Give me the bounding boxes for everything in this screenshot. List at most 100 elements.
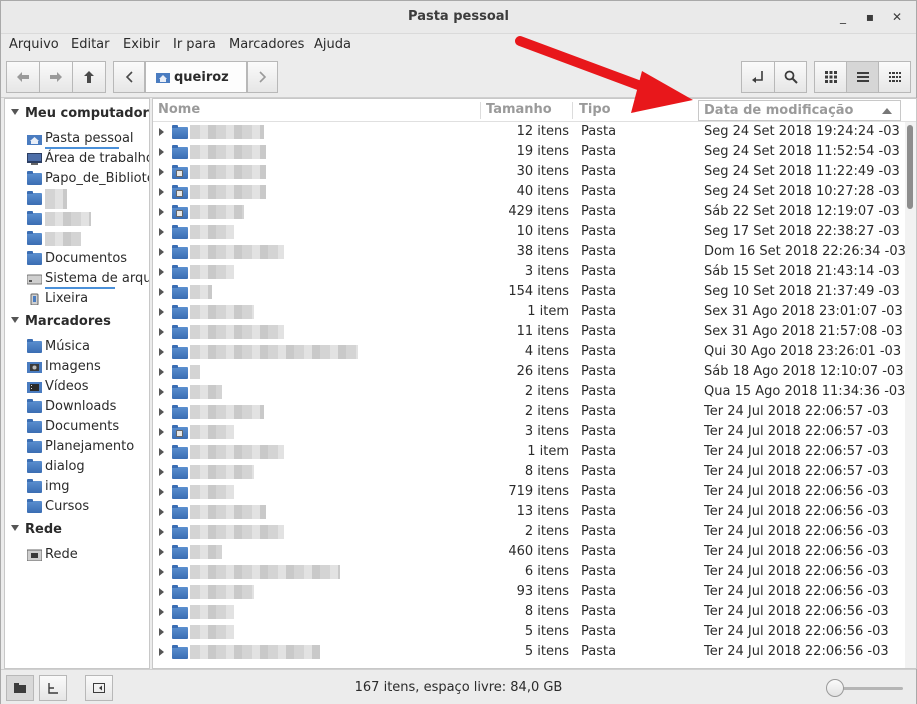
back-button[interactable] — [6, 61, 40, 93]
up-button[interactable] — [72, 61, 106, 93]
sidebar-item-blurred-3[interactable] — [27, 229, 149, 249]
file-row[interactable]: 2 itens Pasta Ter 24 Jul 2018 22:06:56 -03 — [153, 522, 901, 542]
expand-arrow-icon[interactable] — [159, 128, 164, 136]
expand-arrow-icon[interactable] — [159, 568, 164, 576]
file-row[interactable]: 6 itens Pasta Ter 24 Jul 2018 22:06:56 -03 — [153, 562, 901, 582]
column-separator[interactable] — [572, 102, 573, 119]
expand-arrow-icon[interactable] — [159, 608, 164, 616]
sidebar-item-cursos[interactable]: Cursos — [27, 497, 149, 517]
file-row[interactable]: 3 itens Pasta Sáb 15 Set 2018 21:43:14 -03 — [153, 262, 901, 282]
sidebar-item-trash[interactable]: Lixeira — [27, 289, 149, 309]
crumb-next-button[interactable] — [247, 61, 278, 93]
file-row[interactable]: 719 itens Pasta Ter 24 Jul 2018 22:06:56 -… — [153, 482, 901, 502]
file-row[interactable]: 4 itens Pasta Qui 30 Ago 2018 23:26:01 -03 — [153, 342, 901, 362]
expand-arrow-icon[interactable] — [159, 248, 164, 256]
file-row[interactable]: 12 itens Pasta Seg 24 Set 2018 19:24:24 -0… — [153, 122, 901, 142]
file-row[interactable]: 2 itens Pasta Qua 15 Ago 2018 11:34:36 -03 — [153, 382, 905, 402]
expand-arrow-icon[interactable] — [159, 388, 164, 396]
forward-button[interactable] — [39, 61, 73, 93]
sidebar-section-bookmarks[interactable]: Marcadores — [11, 314, 111, 329]
file-row[interactable]: 10 itens Pasta Seg 17 Set 2018 22:38:27 -0… — [153, 222, 901, 242]
file-row[interactable]: 26 itens Pasta Sáb 18 Ago 2018 12:10:07 -0… — [153, 362, 903, 382]
expand-arrow-icon[interactable] — [159, 188, 164, 196]
expand-arrow-icon[interactable] — [159, 208, 164, 216]
icon-view-button[interactable] — [814, 61, 847, 93]
sidebar-item-papo-de-biblioteca[interactable]: Papo_de_Biblioteca — [27, 169, 149, 189]
file-row[interactable]: 154 itens Pasta Seg 10 Set 2018 21:37:49 -… — [153, 282, 901, 302]
file-row[interactable]: 19 itens Pasta Seg 24 Set 2018 11:52:54 -0… — [153, 142, 901, 162]
expand-arrow-icon[interactable] — [159, 628, 164, 636]
sidebar-item-downloads[interactable]: Downloads — [27, 397, 149, 417]
column-date-sorted[interactable]: Data de modificação — [698, 100, 901, 121]
sidebar-item-documents[interactable]: Documents — [27, 417, 149, 437]
file-row[interactable]: 5 itens Pasta Ter 24 Jul 2018 22:06:56 -03 — [153, 642, 901, 662]
expand-arrow-icon[interactable] — [159, 428, 164, 436]
file-row[interactable]: 460 itens Pasta Ter 24 Jul 2018 22:06:56 -… — [153, 542, 901, 562]
expand-arrow-icon[interactable] — [159, 448, 164, 456]
menu-exibir[interactable]: Exibir — [123, 37, 160, 52]
breadcrumb-current[interactable]: queiroz — [145, 61, 247, 93]
search-button[interactable] — [774, 61, 807, 93]
file-row[interactable]: 429 itens Pasta Sáb 22 Set 2018 12:19:07 -… — [153, 202, 901, 222]
expand-arrow-icon[interactable] — [159, 288, 164, 296]
sidebar-item-desktop[interactable]: Área de trabalho — [27, 149, 149, 169]
file-row[interactable]: 40 itens Pasta Seg 24 Set 2018 10:27:28 -0… — [153, 182, 901, 202]
maximize-icon[interactable]: ▪ — [862, 9, 878, 25]
expand-arrow-icon[interactable] — [159, 488, 164, 496]
file-row[interactable]: 8 itens Pasta Ter 24 Jul 2018 22:06:56 -03 — [153, 602, 901, 622]
expand-arrow-icon[interactable] — [159, 148, 164, 156]
sidebar-section-computer[interactable]: Meu computador — [11, 106, 149, 121]
file-row[interactable]: 38 itens Pasta Dom 16 Set 2018 22:26:34 -0… — [153, 242, 906, 262]
compact-view-button[interactable] — [878, 61, 911, 93]
expand-arrow-icon[interactable] — [159, 468, 164, 476]
sidebar-item-blurred-1[interactable] — [27, 189, 149, 209]
minimize-icon[interactable]: _ — [835, 9, 851, 25]
sidebar-item-filesystem[interactable]: Sistema de arquivos — [27, 269, 149, 289]
menu-ajuda[interactable]: Ajuda — [314, 37, 351, 52]
menu-ir-para[interactable]: Ir para — [173, 37, 216, 52]
sidebar-item-blurred-2[interactable] — [27, 209, 149, 229]
column-separator[interactable] — [480, 102, 481, 119]
expand-arrow-icon[interactable] — [159, 588, 164, 596]
file-row[interactable]: 93 itens Pasta Ter 24 Jul 2018 22:06:56 -0… — [153, 582, 901, 602]
sidebar-item-network[interactable]: Rede — [27, 545, 149, 565]
toggle-location-button[interactable] — [741, 61, 775, 93]
expand-arrow-icon[interactable] — [159, 508, 164, 516]
expand-arrow-icon[interactable] — [159, 308, 164, 316]
expand-arrow-icon[interactable] — [159, 328, 164, 336]
zoom-slider-handle[interactable] — [826, 679, 844, 697]
sidebar-item-dialog[interactable]: dialog — [27, 457, 149, 477]
sidebar-item-musica[interactable]: Música — [27, 337, 149, 357]
column-name[interactable]: Nome — [158, 102, 200, 117]
column-type[interactable]: Tipo — [579, 102, 611, 117]
file-row[interactable]: 5 itens Pasta Ter 24 Jul 2018 22:06:56 -03 — [153, 622, 901, 642]
menu-arquivo[interactable]: Arquivo — [9, 37, 59, 52]
file-row[interactable]: 11 itens Pasta Sex 31 Ago 2018 21:57:08 -0… — [153, 322, 903, 342]
sidebar-item-documentos[interactable]: Documentos — [27, 249, 149, 269]
menu-marcadores[interactable]: Marcadores — [229, 37, 304, 52]
file-row[interactable]: 8 itens Pasta Ter 24 Jul 2018 22:06:57 -03 — [153, 462, 901, 482]
vertical-scrollbar[interactable] — [905, 122, 916, 668]
expand-arrow-icon[interactable] — [159, 548, 164, 556]
sidebar-item-imagens[interactable]: Imagens — [27, 357, 149, 377]
close-icon[interactable]: ✕ — [889, 9, 905, 25]
sidebar-item-planejamento[interactable]: Planejamento — [27, 437, 149, 457]
list-view-button[interactable] — [846, 61, 879, 93]
expand-arrow-icon[interactable] — [159, 168, 164, 176]
expand-arrow-icon[interactable] — [159, 268, 164, 276]
expand-arrow-icon[interactable] — [159, 408, 164, 416]
expand-arrow-icon[interactable] — [159, 348, 164, 356]
file-row[interactable]: 30 itens Pasta Seg 24 Set 2018 11:22:49 -0… — [153, 162, 901, 182]
sidebar-item-videos[interactable]: Vídeos — [27, 377, 149, 397]
file-row[interactable]: 1 item Pasta Sex 31 Ago 2018 23:01:07 -03 — [153, 302, 903, 322]
sidebar-section-network[interactable]: Rede — [11, 522, 62, 537]
expand-arrow-icon[interactable] — [159, 368, 164, 376]
scrollbar-thumb[interactable] — [907, 125, 913, 209]
expand-arrow-icon[interactable] — [159, 528, 164, 536]
expand-arrow-icon[interactable] — [159, 648, 164, 656]
file-row[interactable]: 3 itens Pasta Ter 24 Jul 2018 22:06:57 -03 — [153, 422, 901, 442]
menu-editar[interactable]: Editar — [71, 37, 110, 52]
sidebar-item-home[interactable]: Pasta pessoal — [27, 129, 149, 149]
sidebar-item-img[interactable]: img — [27, 477, 149, 497]
crumb-prev-button[interactable] — [113, 61, 145, 93]
